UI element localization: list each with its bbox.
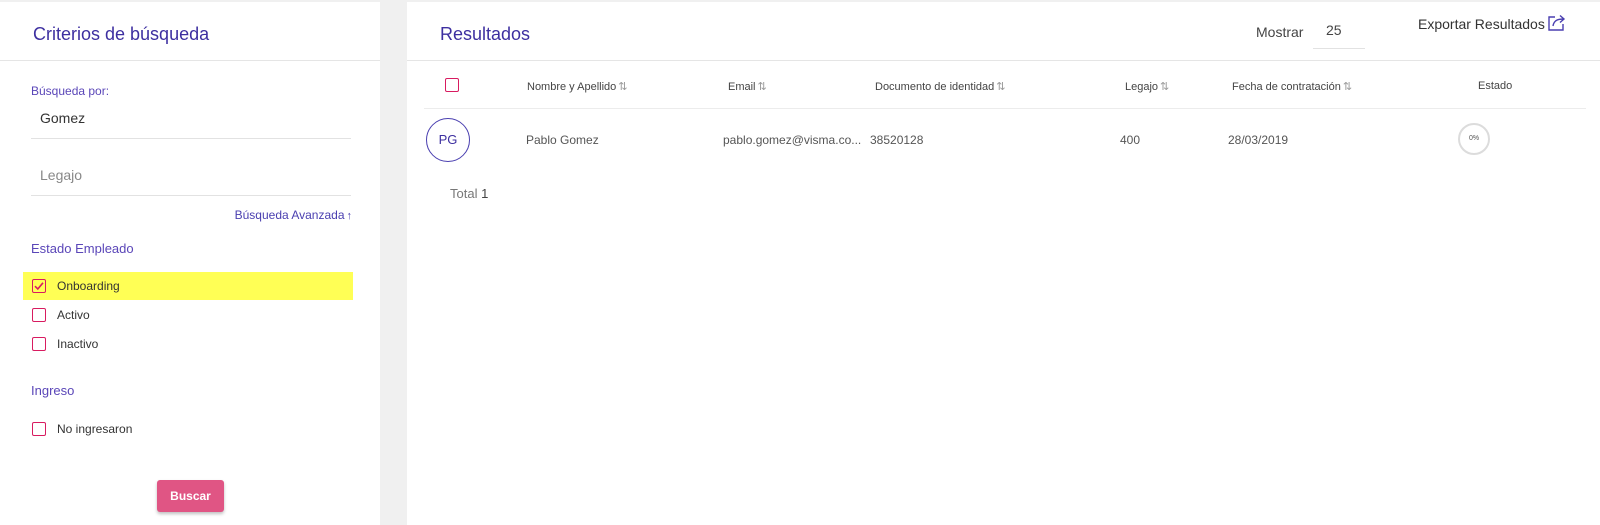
cell-document: 38520128 (870, 133, 924, 147)
ingreso-title: Ingreso (31, 383, 75, 398)
legajo-input[interactable]: Legajo (31, 157, 351, 196)
avatar: PG (426, 118, 470, 162)
cell-email: pablo.gomez@visma.co... (723, 133, 862, 147)
no-ingresaron-label: No ingresaron (57, 422, 133, 436)
inactivo-checkbox[interactable] (32, 337, 46, 351)
page-size-value: 25 (1326, 22, 1342, 38)
export-results-label: Exportar Resultados (1418, 16, 1545, 32)
estado-option-onboarding[interactable]: Onboarding (23, 272, 353, 300)
arrow-up-icon: ↑ (346, 210, 353, 222)
sort-icon: ⇅ (618, 81, 628, 93)
sort-icon: ⇅ (996, 81, 1006, 93)
cell-name: Pablo Gomez (526, 133, 599, 147)
table-row[interactable]: PG Pablo Gomez pablo.gomez@visma.co... 3… (424, 110, 1586, 166)
show-label: Mostrar (1256, 24, 1304, 40)
ingreso-option-no-ingresaron[interactable]: No ingresaron (23, 415, 353, 443)
results-title: Resultados (440, 24, 531, 44)
results-table-header: Nombre y Apellido ⇅ Email ⇅ Documento de i… (424, 64, 1586, 109)
progress-indicator: 0% (1458, 123, 1490, 155)
export-results-button[interactable]: Exportar Resultados (1418, 14, 1567, 32)
advanced-search-link[interactable]: Búsqueda Avanzada ↑ (235, 208, 352, 222)
activo-label: Activo (57, 308, 90, 322)
page-size-select[interactable]: 25 (1313, 14, 1365, 49)
results-header: Resultados Mostrar 25 Exportar Resultado… (407, 2, 1600, 61)
search-criteria-title: Criterios de búsqueda (33, 24, 210, 44)
results-total: Total 1 (450, 186, 488, 201)
cell-legajo: 400 (1120, 133, 1141, 147)
column-header-hire-date[interactable]: Fecha de contratación ⇅ (1232, 80, 1352, 93)
total-value: 1 (481, 186, 489, 201)
total-label: Total (450, 186, 478, 201)
column-header-name[interactable]: Nombre y Apellido ⇅ (527, 80, 628, 93)
search-by-label: Búsqueda por: (31, 84, 110, 98)
estado-option-activo[interactable]: Activo (23, 301, 353, 329)
search-criteria-panel: Criterios de búsqueda Búsqueda por: Gome… (0, 2, 380, 525)
sort-icon: ⇅ (1160, 81, 1170, 93)
column-header-status: Estado (1478, 80, 1513, 92)
name-search-value: Gomez (40, 110, 86, 126)
no-ingresaron-checkbox[interactable] (32, 422, 46, 436)
results-panel: Resultados Mostrar 25 Exportar Resultado… (407, 2, 1600, 525)
column-header-document[interactable]: Documento de identidad ⇅ (875, 80, 1005, 93)
inactivo-label: Inactivo (57, 337, 99, 351)
estado-option-inactivo[interactable]: Inactivo (23, 330, 353, 358)
column-header-email[interactable]: Email ⇅ (728, 80, 767, 93)
sort-icon: ⇅ (1342, 81, 1353, 93)
sort-icon: ⇅ (757, 81, 767, 93)
onboarding-label: Onboarding (57, 279, 120, 293)
name-search-input[interactable]: Gomez (31, 100, 351, 139)
activo-checkbox[interactable] (32, 308, 46, 322)
advanced-search-label: Búsqueda Avanzada (234, 208, 345, 222)
column-header-legajo[interactable]: Legajo ⇅ (1125, 80, 1169, 93)
export-icon (1548, 14, 1565, 31)
select-all-checkbox[interactable] (445, 78, 459, 92)
estado-empleado-title: Estado Empleado (31, 241, 134, 256)
onboarding-checkbox[interactable] (32, 279, 46, 293)
search-criteria-header: Criterios de búsqueda (0, 2, 380, 61)
search-button[interactable]: Buscar (157, 480, 224, 512)
cell-hire-date: 28/03/2019 (1228, 133, 1289, 147)
legajo-placeholder: Legajo (40, 167, 83, 183)
checkmark-icon (34, 282, 44, 291)
